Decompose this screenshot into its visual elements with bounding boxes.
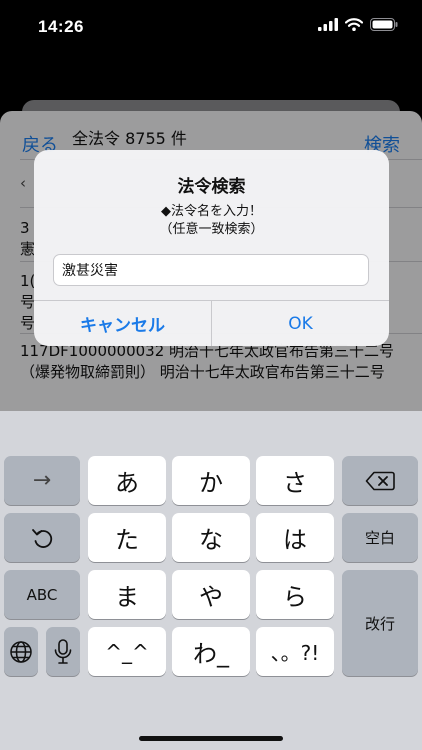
key-na[interactable]: な	[172, 513, 250, 562]
search-alert-dialog: 法令検索 ◆法令名を入力！ （任意一致検索） キャンセル OK	[34, 150, 389, 346]
key-next-arrow[interactable]: →	[4, 456, 80, 505]
undo-icon	[32, 528, 53, 548]
microphone-icon	[54, 638, 72, 664]
battery-icon	[370, 18, 398, 31]
wifi-icon	[345, 18, 363, 31]
key-ka[interactable]: か	[172, 456, 250, 505]
key-a[interactable]: あ	[88, 456, 166, 505]
space-key[interactable]: 空白	[342, 513, 418, 562]
key-ta[interactable]: た	[88, 513, 166, 562]
globe-icon	[10, 640, 32, 663]
cancel-button[interactable]: キャンセル	[34, 301, 211, 346]
dictation-key[interactable]	[46, 627, 80, 676]
return-key[interactable]: 改行	[342, 570, 418, 676]
undo-key[interactable]	[4, 513, 80, 562]
globe-key[interactable]	[4, 627, 38, 676]
law-name-input[interactable]	[53, 254, 369, 286]
delete-icon	[365, 471, 395, 490]
ok-button[interactable]: OK	[212, 301, 389, 346]
key-ma[interactable]: ま	[88, 570, 166, 619]
signal-icon	[318, 18, 338, 31]
key-ya[interactable]: や	[172, 570, 250, 619]
key-ra[interactable]: ら	[256, 570, 334, 619]
alert-message-note: （任意一致検索）	[159, 222, 264, 237]
alert-message: ◆法令名を入力！	[161, 204, 262, 219]
alert-title: 法令検索	[177, 177, 246, 197]
key-punctuation[interactable]: 、。?!	[256, 627, 334, 676]
home-indicator	[139, 736, 283, 741]
status-time: 14:26	[38, 17, 84, 36]
key-ha[interactable]: は	[256, 513, 334, 562]
status-icons	[318, 18, 398, 31]
status-bar: 14:26	[0, 0, 422, 56]
abc-key[interactable]: ABC	[4, 570, 80, 619]
japanese-kana-keyboard: → あ か さ た な は 空白 ABC ま や ら 改行 ^_^ わ_ 、。?…	[0, 411, 422, 750]
key-kaomoji[interactable]: ^_^	[88, 627, 166, 676]
delete-key[interactable]	[342, 456, 418, 505]
key-wa[interactable]: わ_	[172, 627, 250, 676]
key-sa[interactable]: さ	[256, 456, 334, 505]
